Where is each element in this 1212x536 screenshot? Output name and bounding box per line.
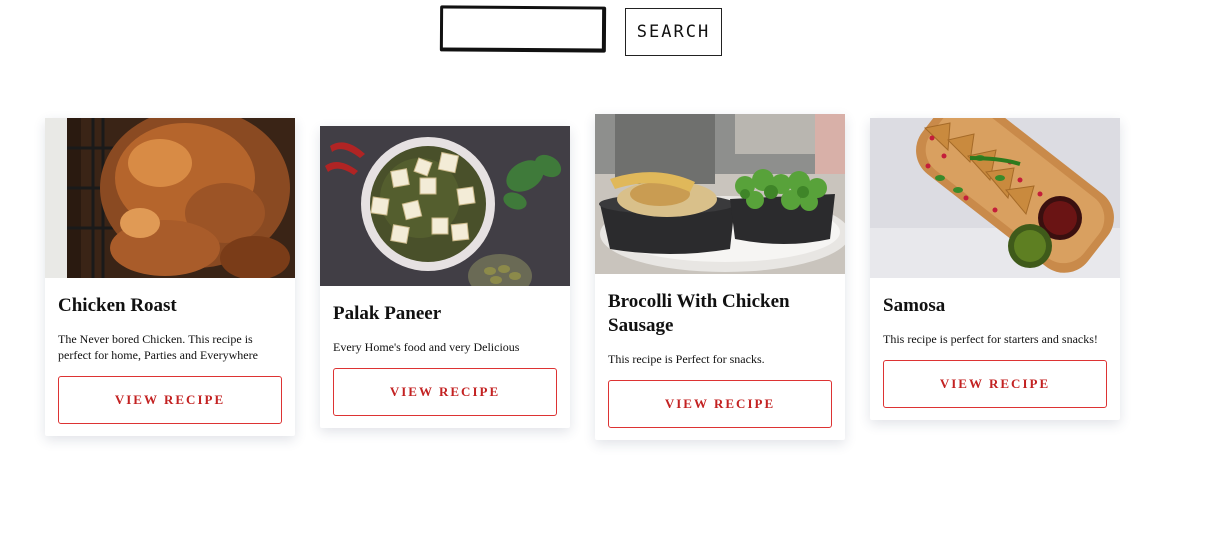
recipe-card: Chicken Roast The Never bored Chicken. T… [45, 118, 295, 436]
recipe-image-brocolli-chicken-sausage [595, 114, 845, 274]
search-button[interactable]: SEARCH [625, 8, 722, 56]
view-recipe-button[interactable]: VIEW RECIPE [58, 376, 282, 424]
view-recipe-button[interactable]: VIEW RECIPE [883, 360, 1107, 408]
recipe-title: Samosa [883, 295, 946, 316]
recipe-card: Brocolli With Chicken Sausage This recip… [595, 114, 845, 440]
recipe-title: Chicken Roast [58, 295, 177, 316]
view-recipe-button[interactable]: VIEW RECIPE [333, 368, 557, 416]
recipe-title: Palak Paneer [333, 303, 442, 324]
recipe-image-chicken-roast [45, 118, 295, 278]
recipe-description: This recipe is perfect for starters and … [883, 332, 1098, 346]
search-bar: SEARCH [439, 5, 730, 58]
recipe-card: Palak Paneer Every Home's food and very … [320, 126, 570, 428]
recipe-image-samosa [870, 118, 1120, 278]
recipe-description: Every Home's food and very Delicious [333, 340, 520, 354]
view-recipe-button[interactable]: VIEW RECIPE [608, 380, 832, 428]
search-input[interactable] [439, 5, 607, 53]
recipe-title: Brocolli With Chicken Sausage [608, 291, 790, 336]
recipe-description: This recipe is Perfect for snacks. [608, 352, 765, 366]
recipe-description: The Never bored Chicken. This recipe is … [58, 332, 258, 362]
recipe-card: Samosa This recipe is perfect for starte… [870, 118, 1120, 420]
recipe-image-palak-paneer [320, 126, 570, 286]
